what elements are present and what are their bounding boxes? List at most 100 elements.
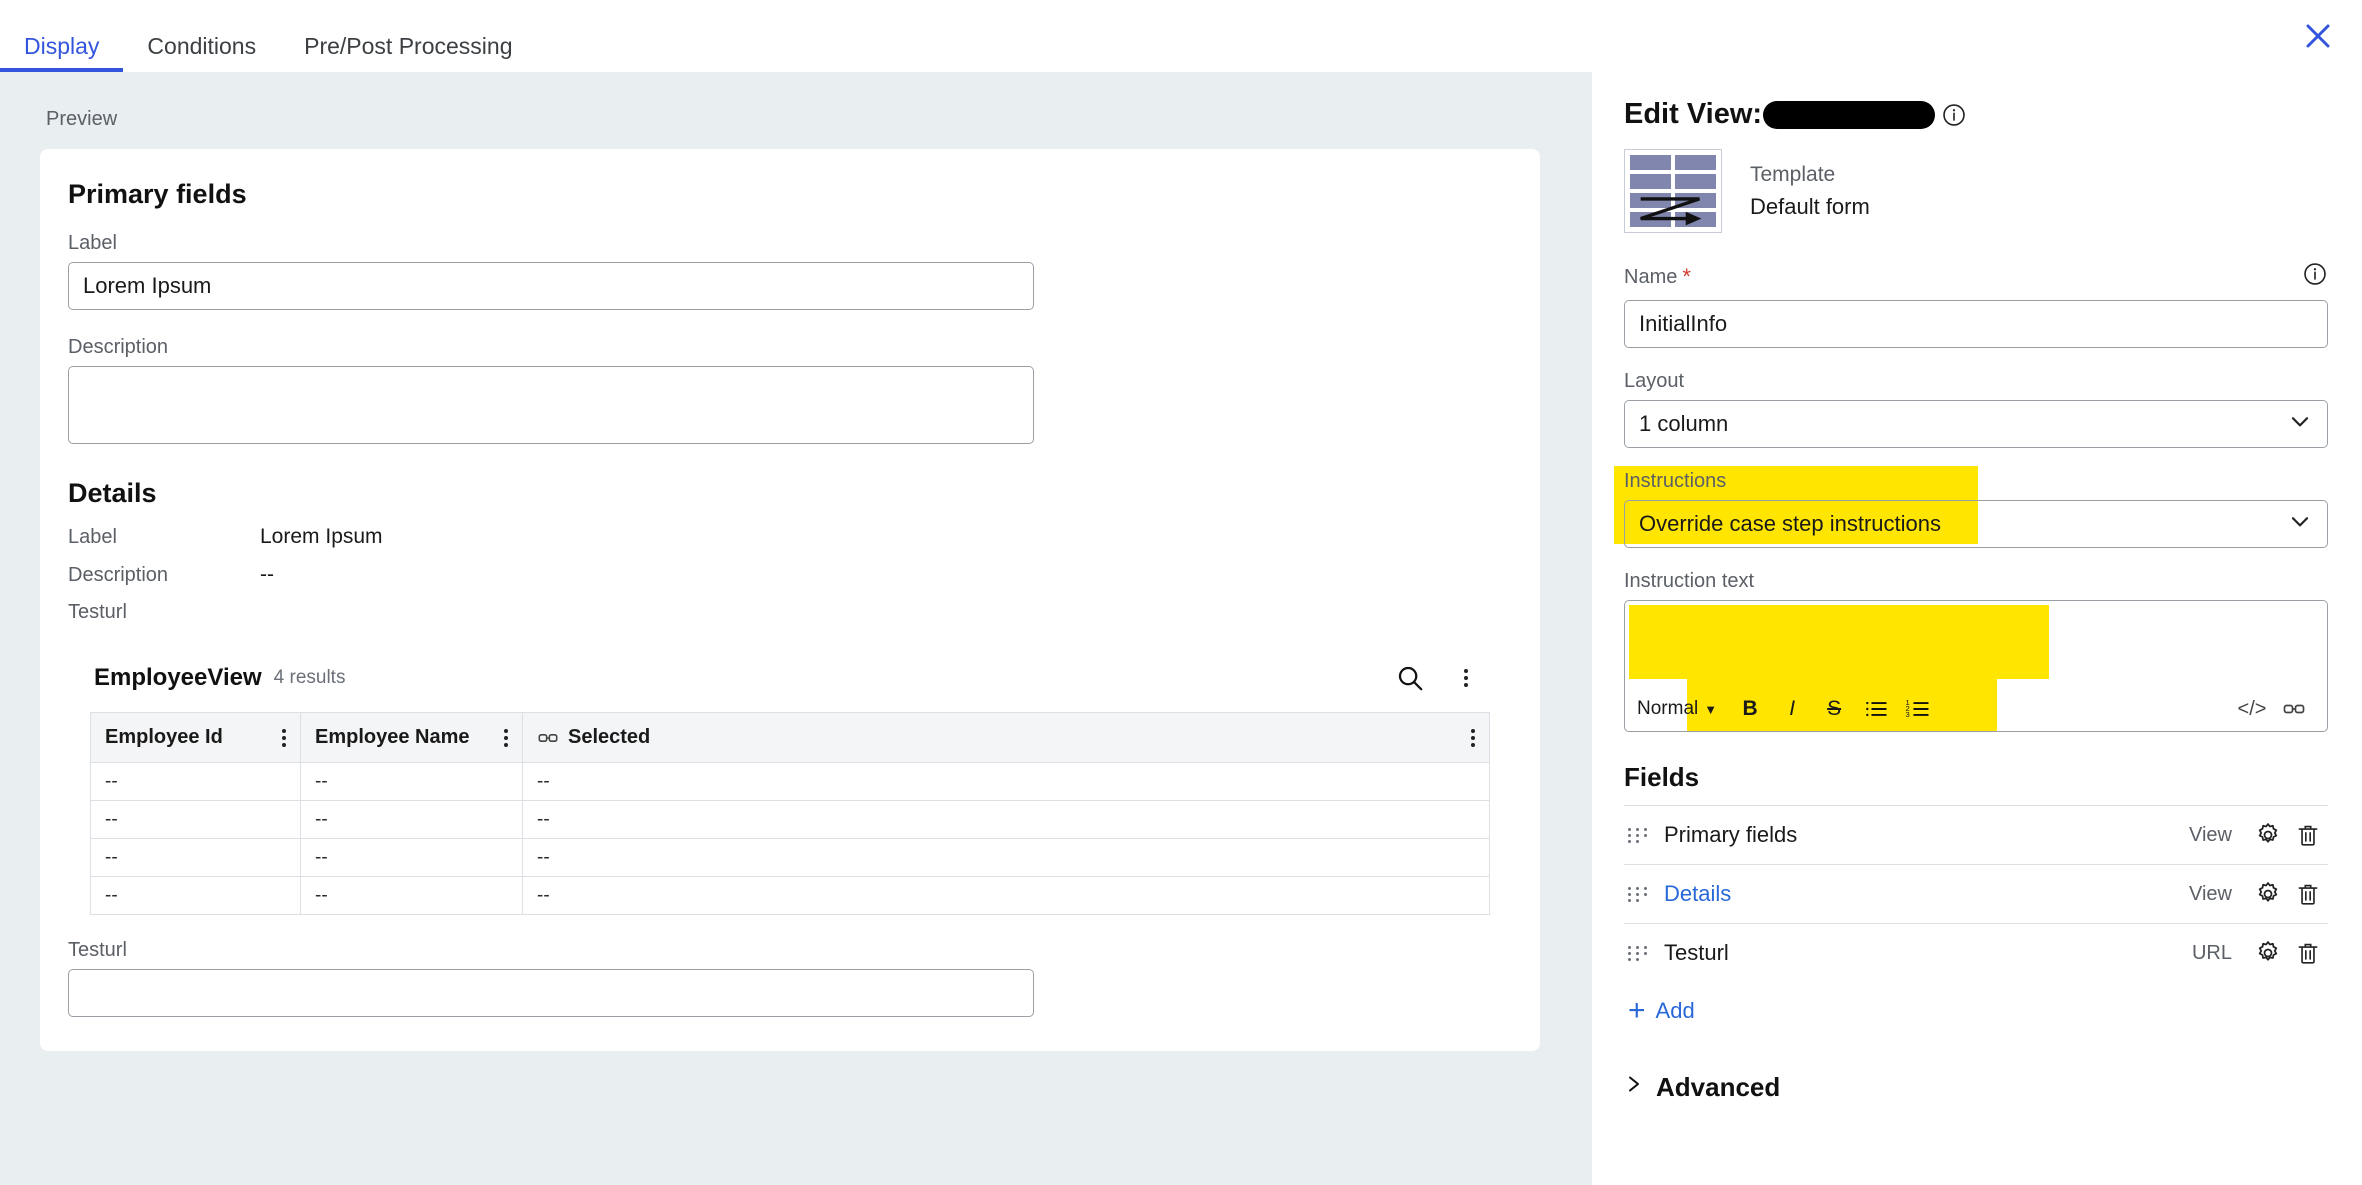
details-title: Details [68, 478, 157, 508]
chevron-down-icon: ▼ [1704, 701, 1718, 717]
label-input[interactable]: Lorem Ipsum [68, 262, 1034, 310]
rte-toolbar: Normal ▼ B I S 1 2 3 </> [1625, 687, 2327, 731]
field-type: View [2189, 882, 2232, 905]
numbered-list-icon[interactable]: 1 2 3 [1897, 692, 1939, 726]
rte-style-dropdown[interactable]: Normal ▼ [1637, 698, 1729, 720]
gear-icon[interactable] [2248, 933, 2288, 973]
description-caption: Description [68, 336, 169, 358]
info-icon[interactable] [1941, 102, 1967, 128]
instruction-text-editor[interactable]: Normal ▼ B I S 1 2 3 </> [1624, 600, 2328, 732]
name-label-row: Name * [1624, 261, 2328, 293]
label-caption: Label [68, 232, 117, 254]
cell-selected: -- [522, 800, 1490, 839]
testurl-input[interactable] [68, 969, 1034, 1017]
redacted-view-name [1763, 100, 1936, 129]
instructions-select[interactable]: Override case step instructions [1624, 500, 2328, 548]
column-menu-icon[interactable] [494, 728, 508, 747]
list-result-count: 4 results [273, 667, 346, 688]
instruction-text-area[interactable] [1625, 601, 2327, 687]
chevron-down-icon [2287, 508, 2313, 540]
gear-icon[interactable] [2248, 874, 2288, 914]
chevron-down-icon [2287, 408, 2313, 440]
column-header-employee-id[interactable]: Employee Id [90, 712, 301, 763]
layout-select[interactable]: 1 column [1624, 400, 2328, 448]
name-input[interactable]: InitialInfo [1624, 300, 2328, 348]
details-row-description: Description -- [68, 563, 1512, 587]
cell-employee-name: -- [300, 800, 523, 839]
delete-icon[interactable] [2288, 815, 2328, 855]
table-body: -- -- -- -- -- -- -- -- -- -- -- -- [90, 762, 1490, 915]
cell-employee-id: -- [90, 876, 301, 915]
table-row[interactable]: -- -- -- [90, 762, 1490, 801]
details-value: Lorem Ipsum [260, 525, 383, 548]
drag-handle-icon[interactable] [1624, 827, 1650, 843]
close-icon[interactable] [2296, 14, 2340, 58]
table-options-icon[interactable] [1461, 728, 1475, 747]
search-icon[interactable] [1390, 658, 1430, 698]
chevron-right-icon [1624, 1072, 1644, 1103]
template-value: Default form [1750, 194, 1870, 220]
field-row-testurl[interactable]: Testurl URL [1624, 923, 2328, 982]
instructions-select-value: Override case step instructions [1639, 511, 1942, 536]
advanced-label: Advanced [1656, 1072, 1781, 1102]
rte-strikethrough-button[interactable]: S [1813, 692, 1855, 726]
field-name[interactable]: Details [1664, 881, 1731, 907]
delete-icon[interactable] [2288, 874, 2328, 914]
table-row[interactable]: -- -- -- [90, 800, 1490, 839]
required-marker: * [1682, 264, 1691, 289]
field-name: Testurl [1664, 940, 1729, 965]
table-header-row: Employee Id Employee Name Selected [90, 712, 1490, 763]
instruction-text-label: Instruction text [1624, 570, 1755, 592]
description-textarea[interactable] [68, 366, 1034, 444]
instructions-block: Instructions Override case step instruct… [1614, 466, 2328, 548]
cell-employee-id: -- [90, 762, 301, 801]
link-icon[interactable] [2273, 692, 2315, 726]
tab-conditions[interactable]: Conditions [123, 35, 280, 72]
rte-italic-button[interactable]: I [1771, 692, 1813, 726]
form-template-thumbnail-icon[interactable] [1624, 149, 1722, 233]
drag-handle-icon[interactable] [1624, 945, 1650, 961]
tab-display[interactable]: Display [0, 35, 124, 72]
details-key: Testurl [68, 601, 127, 623]
edit-view-panel: Edit View: Template Default form Name * … [1592, 72, 2362, 1185]
instructions-label: Instructions [1624, 470, 1727, 492]
table-row[interactable]: -- -- -- [90, 876, 1490, 915]
column-header-employee-name[interactable]: Employee Name [300, 712, 523, 763]
employee-list: EmployeeView 4 results Employee Id Emplo… [90, 658, 1490, 915]
details-row-testurl: Testurl [68, 601, 1512, 624]
preview-pane: Preview Primary fields Label Lorem Ipsum… [0, 72, 1592, 1185]
code-icon[interactable]: </> [2231, 692, 2273, 726]
list-header: EmployeeView 4 results [90, 658, 1490, 712]
info-icon[interactable] [2302, 261, 2328, 293]
field-row-details[interactable]: Details View [1624, 864, 2328, 923]
list-title: EmployeeView [94, 664, 262, 691]
field-type: URL [2191, 941, 2232, 964]
add-field-button[interactable]: + Add [1624, 996, 2328, 1026]
gear-icon[interactable] [2248, 815, 2288, 855]
template-row: Template Default form [1624, 149, 2328, 233]
bullet-list-icon[interactable] [1855, 692, 1897, 726]
drag-handle-icon[interactable] [1624, 886, 1650, 902]
kebab-menu-icon[interactable] [1446, 658, 1486, 698]
edit-view-title-row: Edit View: [1624, 98, 2328, 131]
cell-selected: -- [522, 838, 1490, 877]
field-row-primary-fields[interactable]: Primary fields View [1624, 805, 2328, 864]
cell-selected: -- [522, 876, 1490, 915]
layout-label: Layout [1624, 370, 1685, 392]
details-key: Label [68, 526, 117, 548]
column-menu-icon[interactable] [272, 728, 286, 747]
preview-card: Primary fields Label Lorem Ipsum Descrip… [40, 149, 1540, 1051]
advanced-section-toggle[interactable]: Advanced [1624, 1072, 2328, 1103]
details-key: Description [68, 564, 169, 586]
table-row[interactable]: -- -- -- [90, 838, 1490, 877]
delete-icon[interactable] [2288, 933, 2328, 973]
field-type: View [2189, 823, 2232, 846]
cell-employee-name: -- [300, 762, 523, 801]
tab-pre-post-processing[interactable]: Pre/Post Processing [280, 35, 536, 72]
cell-employee-id: -- [90, 838, 301, 877]
fields-section-title: Fields [1624, 762, 1700, 792]
tab-list: Display Conditions Pre/Post Processing [0, 0, 536, 72]
column-header-selected[interactable]: Selected [522, 712, 1490, 763]
rte-bold-button[interactable]: B [1729, 692, 1771, 726]
plus-icon: + [1628, 994, 1646, 1027]
